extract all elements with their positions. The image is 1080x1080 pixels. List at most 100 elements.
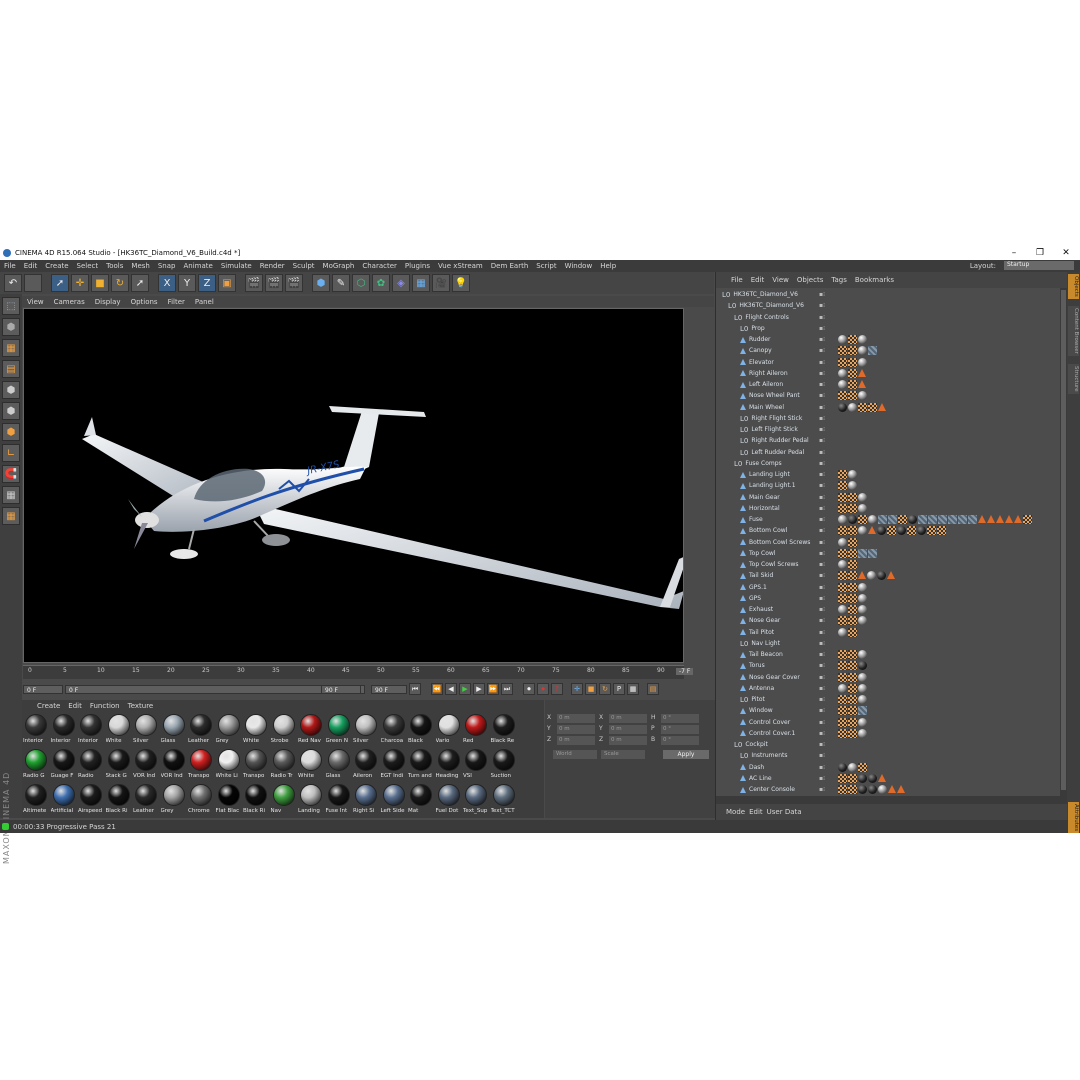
material-tag-icon[interactable]	[858, 357, 867, 367]
uvw-tag-icon[interactable]	[848, 548, 857, 558]
uvw-tag-icon[interactable]	[848, 773, 857, 783]
material-tag-icon[interactable]	[838, 537, 847, 547]
material-tag-icon[interactable]	[838, 380, 847, 389]
object-row[interactable]: Tail Pitot ▪⁝	[716, 627, 1061, 639]
object-menu-objects[interactable]: Objects	[794, 276, 826, 284]
material-swatch[interactable]: Heading	[436, 747, 463, 782]
attr-menu-mode[interactable]: Mode	[726, 808, 745, 816]
layout-dropdown[interactable]: Startup	[1004, 261, 1074, 270]
object-row[interactable]: AC Line ▪⁝	[716, 773, 1061, 785]
material-swatch[interactable]: Altimete	[23, 782, 50, 817]
size-x-field[interactable]: 0 m	[609, 714, 647, 723]
scrollbar-thumb[interactable]	[1061, 290, 1066, 790]
camera-icon[interactable]: 🎥	[432, 274, 450, 292]
visibility-dots-icon[interactable]: ▪⁝	[819, 539, 831, 547]
visibility-dots-icon[interactable]: ▪⁝	[819, 651, 831, 659]
material-swatch[interactable]: Leather	[133, 782, 160, 817]
material-menu-function[interactable]: Function	[87, 702, 123, 710]
object-row[interactable]: Top Cowl Screws ▪⁝	[716, 560, 1061, 571]
render-picture-viewer-icon[interactable]: 🎬	[265, 274, 283, 292]
coordinate-system-icon[interactable]: ▣	[218, 274, 236, 292]
position-x-field[interactable]: 0 m	[557, 714, 595, 723]
object-row[interactable]: Right Aileron ▪⁝	[716, 368, 1061, 380]
menu-help[interactable]: Help	[596, 262, 620, 270]
material-tag-icon[interactable]	[917, 526, 926, 536]
texture-tag-icon[interactable]	[858, 548, 867, 558]
workplane-icon[interactable]: ▤	[2, 360, 20, 378]
object-row[interactable]: Nose Gear Cover ▪⁝	[716, 672, 1061, 684]
object-row[interactable]: L0 Fuse Comps ▪⁝	[716, 459, 1061, 470]
rotation-p-field[interactable]: 0 °	[661, 725, 699, 734]
material-swatch[interactable]: Chrome	[188, 782, 215, 817]
material-swatch[interactable]: Artificial	[51, 782, 78, 817]
material-swatch[interactable]: Green N	[326, 712, 353, 747]
visibility-dots-icon[interactable]: ▪⁝	[819, 314, 831, 322]
maximize-button[interactable]: ❐	[1028, 246, 1052, 260]
object-menu-edit[interactable]: Edit	[748, 276, 768, 284]
visibility-dots-icon[interactable]: ▪⁝	[819, 595, 831, 603]
material-tag-icon[interactable]	[858, 650, 867, 659]
visibility-dots-icon[interactable]: ▪⁝	[819, 696, 831, 704]
phong-tag-icon[interactable]	[858, 571, 866, 580]
visibility-dots-icon[interactable]: ▪⁝	[819, 381, 831, 389]
object-row[interactable]: Main Wheel ▪⁝	[716, 402, 1061, 414]
phong-tag-icon[interactable]	[1014, 515, 1022, 523]
live-select-icon[interactable]: ➚	[131, 274, 149, 292]
uvw-tag-icon[interactable]	[848, 503, 857, 513]
uvw-tag-icon[interactable]	[848, 661, 857, 671]
object-row[interactable]: Landing Light.1 ▪⁝	[716, 481, 1061, 492]
material-menu-texture[interactable]: Texture	[125, 702, 157, 710]
visibility-dots-icon[interactable]: ▪⁝	[819, 786, 831, 794]
material-menu-edit[interactable]: Edit	[65, 702, 85, 710]
object-row[interactable]: Left Aileron ▪⁝	[716, 380, 1061, 391]
menu-vue-xstream[interactable]: Vue xStream	[434, 262, 487, 270]
material-swatch[interactable]: Interior	[23, 712, 50, 747]
uvw-tag-icon[interactable]	[858, 515, 867, 524]
material-swatch[interactable]: Interior	[51, 712, 78, 747]
object-row[interactable]: Dash ▪⁝	[716, 762, 1061, 774]
visibility-dots-icon[interactable]: ▪⁝	[819, 707, 831, 715]
material-swatch[interactable]: White	[298, 747, 325, 782]
object-row[interactable]: Antenna ▪⁝	[716, 683, 1061, 695]
z-axis-icon[interactable]: Z	[198, 274, 216, 292]
uvw-tag-icon[interactable]	[848, 537, 857, 547]
uvw-tag-icon[interactable]	[848, 695, 857, 704]
attr-menu-edit[interactable]: Edit	[749, 808, 763, 816]
pen-spline-icon[interactable]: ✎	[332, 274, 350, 292]
menu-simulate[interactable]: Simulate	[217, 262, 256, 270]
material-swatch[interactable]: White	[243, 712, 270, 747]
visibility-dots-icon[interactable]: ▪⁝	[819, 606, 831, 614]
uvw-tag-icon[interactable]	[848, 357, 857, 367]
goto-start-icon[interactable]: ⏮	[409, 683, 421, 695]
object-row[interactable]: Torus ▪⁝	[716, 661, 1061, 672]
rotate-icon[interactable]: ↻	[111, 274, 129, 292]
object-row[interactable]: L0 Right Rudder Pedal ▪⁝	[716, 436, 1061, 447]
material-tag-icon[interactable]	[858, 335, 867, 344]
visibility-dots-icon[interactable]: ▪⁝	[819, 494, 831, 502]
menu-snap[interactable]: Snap	[154, 262, 180, 270]
texture-tag-icon[interactable]	[858, 706, 867, 716]
visibility-dots-icon[interactable]: ▪⁝	[819, 449, 831, 457]
visibility-dots-icon[interactable]: ▪⁝	[819, 302, 831, 310]
material-tag-icon[interactable]	[858, 492, 867, 502]
texture-tag-icon[interactable]	[868, 346, 877, 356]
goto-end-icon[interactable]: ⏭	[501, 683, 513, 695]
object-row[interactable]: L0 Prop ▪⁝	[716, 324, 1061, 335]
phong-tag-icon[interactable]	[858, 380, 866, 388]
material-swatch[interactable]: Left Side	[381, 782, 408, 817]
visibility-dots-icon[interactable]: ▪⁝	[819, 392, 831, 400]
material-swatch[interactable]: Fuel Dot	[436, 782, 463, 817]
object-row[interactable]: GPS.1 ▪⁝	[716, 582, 1061, 594]
uvw-tag-icon[interactable]	[848, 605, 857, 614]
visibility-dots-icon[interactable]: ▪⁝	[819, 617, 831, 625]
timeline-ruler[interactable]: 0 5 10 15 20 25 30 35 40 45 50 55 60 65 …	[23, 665, 684, 679]
viewport-menu-filter[interactable]: Filter	[163, 298, 190, 306]
phong-tag-icon[interactable]	[887, 571, 895, 580]
texture-tag-icon[interactable]	[958, 515, 967, 524]
menu-render[interactable]: Render	[256, 262, 289, 270]
object-row[interactable]: L0 Cockpit ▪⁝	[716, 740, 1061, 751]
uvw-tag-icon[interactable]	[838, 672, 847, 682]
texture-tag-icon[interactable]	[888, 515, 897, 524]
y-axis-icon[interactable]: Y	[178, 274, 196, 292]
material-swatch[interactable]: Landing	[298, 782, 325, 817]
